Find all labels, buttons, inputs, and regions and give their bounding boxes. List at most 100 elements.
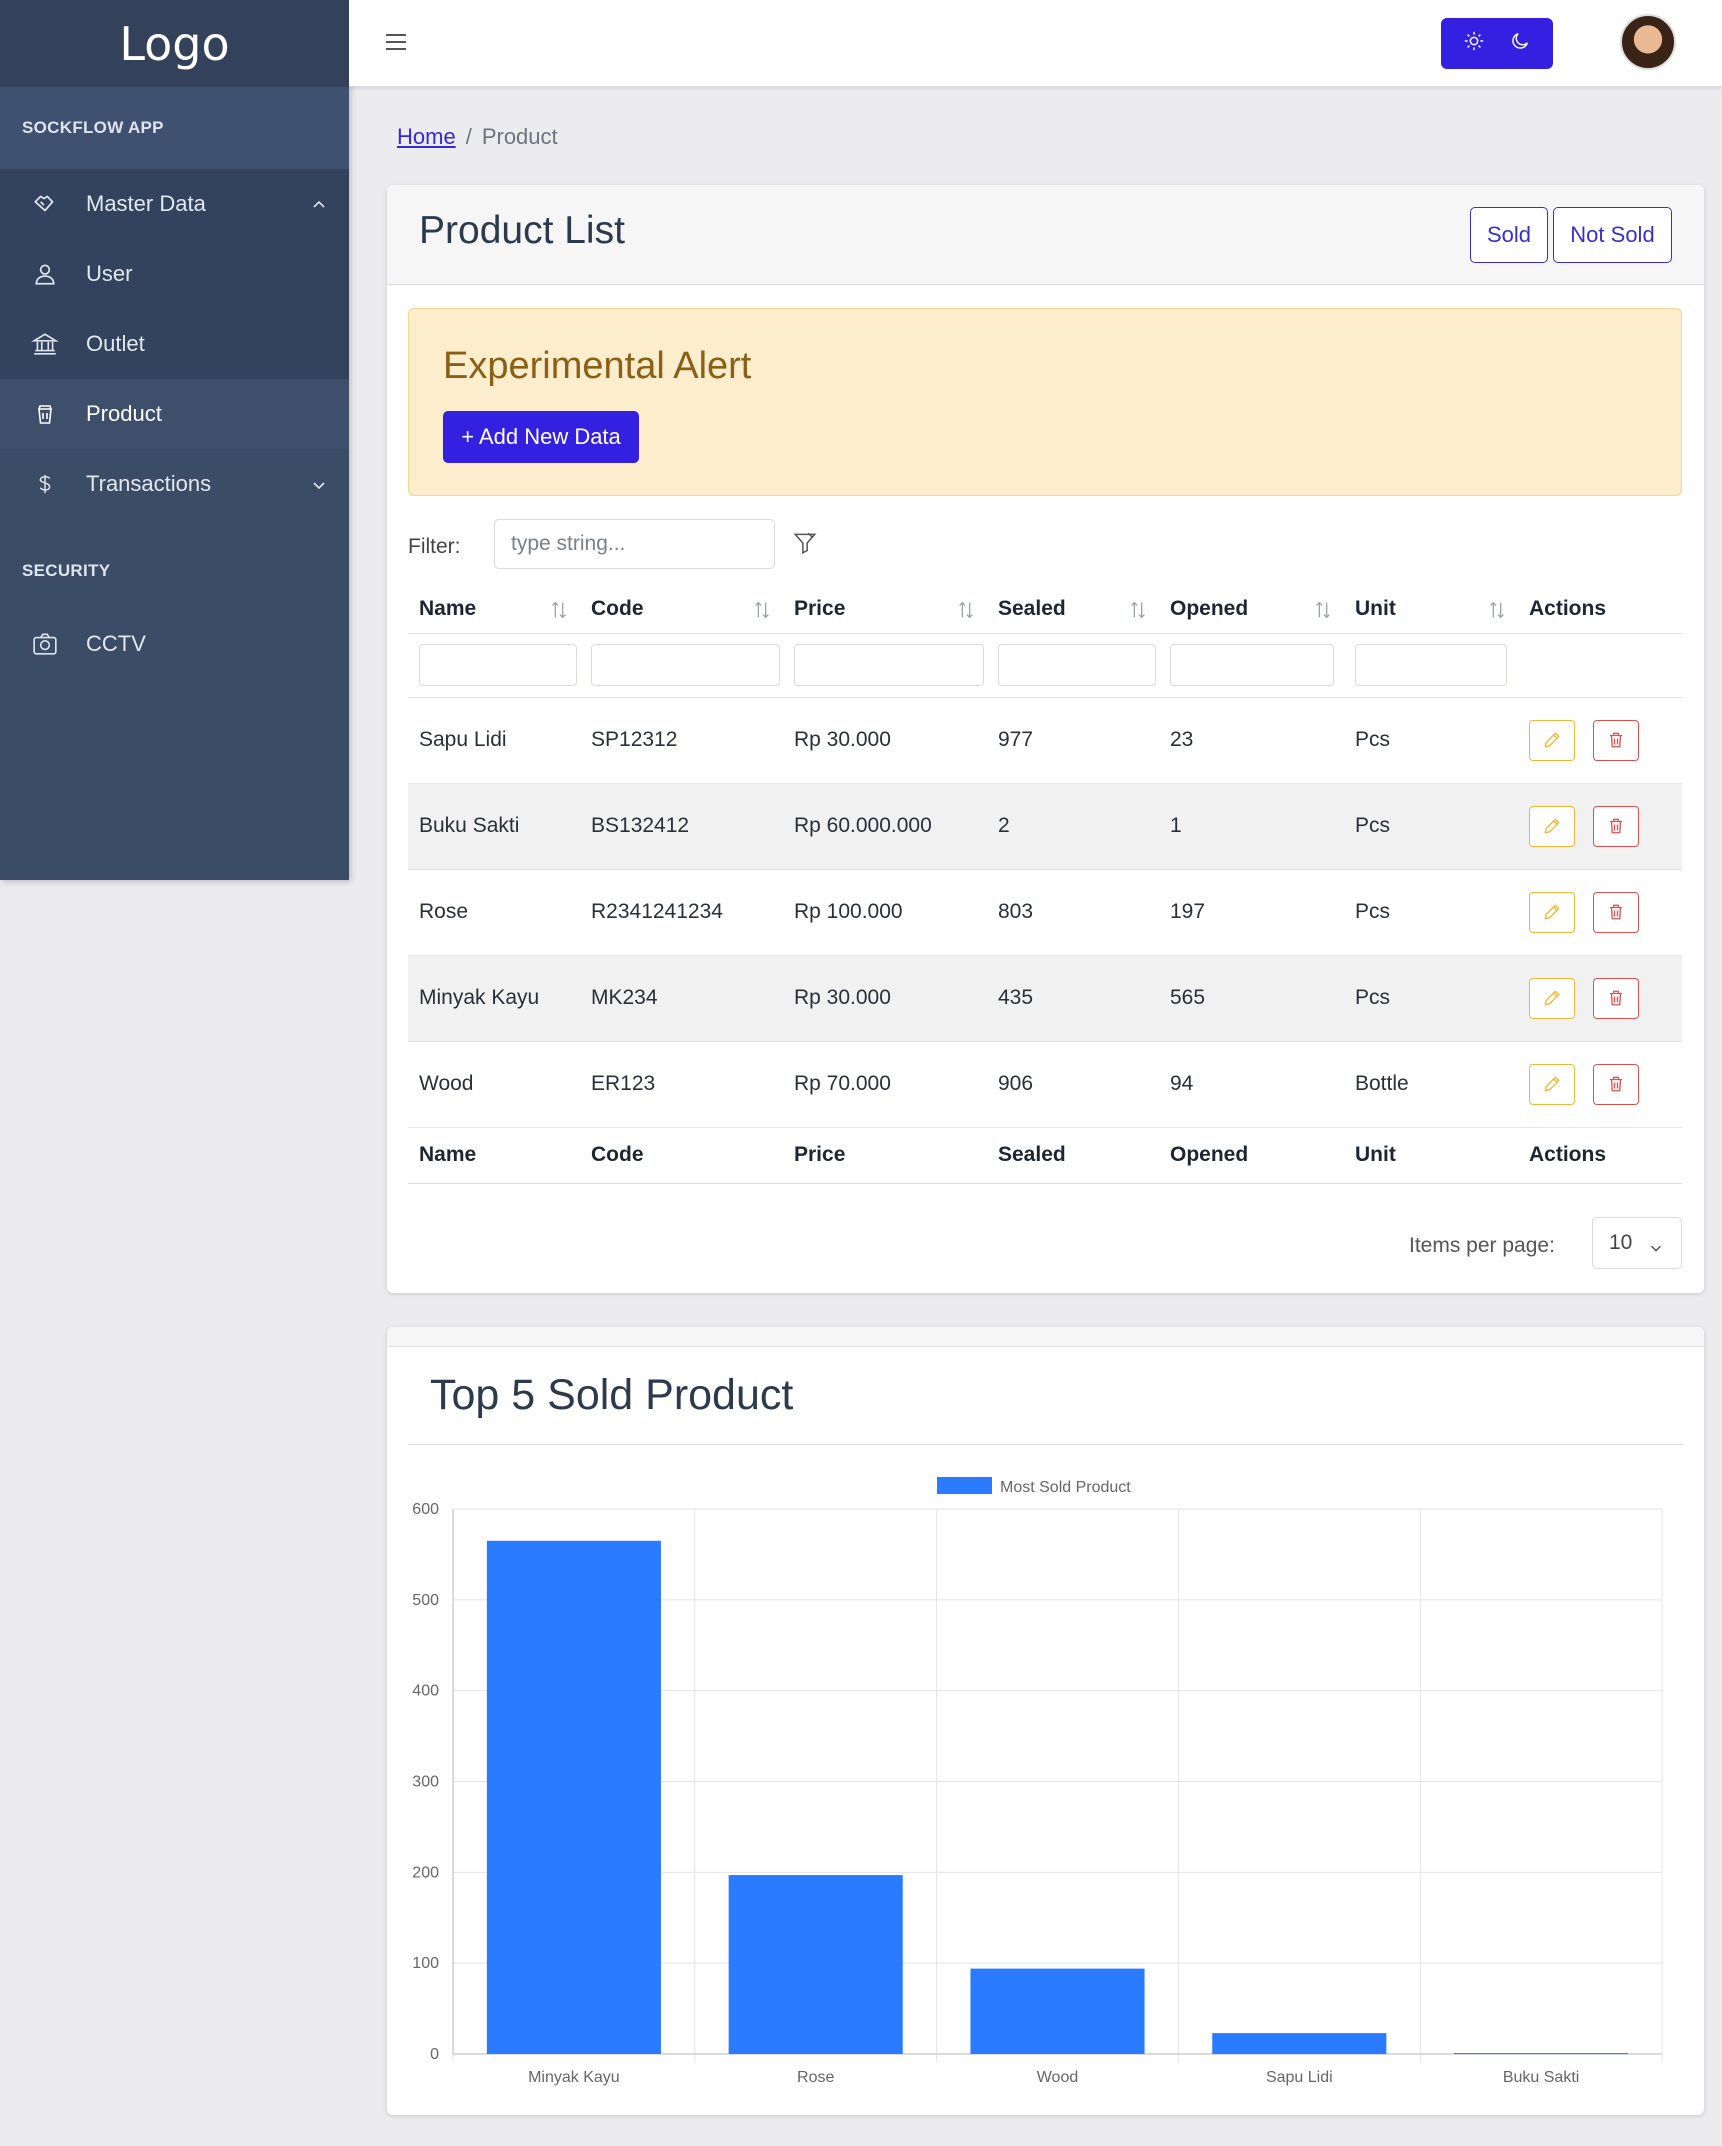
- column-footer: Price: [783, 1127, 987, 1184]
- column-header[interactable]: Opened: [1159, 585, 1344, 633]
- filter-icon[interactable]: [792, 530, 818, 561]
- bar: [486, 1540, 661, 2054]
- edit-button[interactable]: [1529, 719, 1575, 761]
- table-row: Wood ER123 Rp 70.000 906 94 Bottle: [408, 1041, 1682, 1128]
- column-header-label: Name: [419, 596, 477, 620]
- x-tick-label: Buku Sakti: [1503, 2069, 1579, 2086]
- column-filter-input[interactable]: [591, 644, 780, 686]
- breadcrumb-separator: /: [465, 124, 472, 149]
- cell-actions: [1518, 1041, 1682, 1128]
- column-filter-input[interactable]: [998, 644, 1156, 686]
- table-footer-row: Name Code Price Sealed Opened Unit Actio…: [408, 1127, 1682, 1184]
- delete-button[interactable]: [1593, 805, 1639, 847]
- sidebar: Logo SOCKFLOW APP Master Data User Outle…: [0, 0, 349, 880]
- pencil-icon: [1544, 904, 1560, 920]
- cell-price: Rp 30.000: [783, 955, 987, 1042]
- sidebar-item-label: Master Data: [86, 191, 206, 216]
- cell-sealed: 2: [987, 783, 1159, 870]
- column-header-label: Unit: [1355, 596, 1396, 620]
- top-bar: [349, 0, 1722, 87]
- column-footer: Opened: [1159, 1127, 1344, 1184]
- sort-icon[interactable]: [955, 599, 977, 627]
- sidebar-item-label: Transactions: [86, 471, 212, 496]
- edit-button[interactable]: [1529, 977, 1575, 1019]
- cell-code: SP12312: [580, 697, 783, 784]
- bar-chart: 0 100 200 300 400 500 600 Minyak Kayu Rose Wood Sa…: [412, 1477, 1663, 2086]
- edit-button[interactable]: [1529, 891, 1575, 933]
- divider: [408, 1444, 1683, 1445]
- cell-unit: Pcs: [1344, 783, 1518, 870]
- cell-name: Rose: [408, 869, 580, 956]
- cell-actions: [1518, 955, 1682, 1042]
- moon-icon[interactable]: [1509, 30, 1531, 57]
- column-filter-input[interactable]: [1170, 644, 1334, 686]
- not-sold-button[interactable]: Not Sold: [1553, 207, 1672, 263]
- breadcrumb-home-link[interactable]: Home: [397, 124, 456, 149]
- items-per-page-select[interactable]: 10: [1592, 1217, 1682, 1269]
- sort-icon[interactable]: [548, 599, 570, 627]
- experimental-alert: Experimental Alert + Add New Data: [408, 308, 1682, 496]
- sidebar-item-product[interactable]: Product: [0, 379, 349, 449]
- sidebar-item-master-data[interactable]: Master Data: [0, 169, 349, 239]
- sidebar-item-outlet[interactable]: Outlet: [0, 309, 349, 379]
- dollar-icon: [30, 469, 60, 499]
- pencil-icon: [1544, 990, 1560, 1006]
- edit-button[interactable]: [1529, 805, 1575, 847]
- card-header: Product List Sold Not Sold: [387, 185, 1704, 285]
- pencil-icon: [1544, 1076, 1560, 1092]
- theme-toggle[interactable]: [1441, 18, 1553, 69]
- delete-button[interactable]: [1593, 719, 1639, 761]
- sold-button[interactable]: Sold: [1470, 207, 1548, 263]
- cell-unit: Pcs: [1344, 955, 1518, 1042]
- column-header-label: Code: [591, 596, 644, 620]
- table-header-row: Name Code Price Sealed Opened Unit Actio…: [408, 585, 1682, 633]
- sort-icon[interactable]: [1312, 599, 1334, 627]
- filter-label: Filter:: [408, 535, 461, 558]
- table-row: Minyak Kayu MK234 Rp 30.000 435 565 Pcs: [408, 955, 1682, 1042]
- logo[interactable]: Logo: [0, 0, 349, 87]
- hamburger-icon[interactable]: [385, 30, 407, 59]
- delete-button[interactable]: [1593, 977, 1639, 1019]
- cell-opened: 565: [1159, 955, 1344, 1042]
- column-header[interactable]: Sealed: [987, 585, 1159, 633]
- sidebar-item-user[interactable]: User: [0, 239, 349, 309]
- sidebar-item-transactions[interactable]: Transactions: [0, 449, 349, 519]
- sort-icon[interactable]: [1486, 599, 1508, 627]
- cell-actions: [1518, 783, 1682, 870]
- sidebar-item-cctv[interactable]: CCTV: [0, 609, 349, 679]
- trash-icon: [1610, 1076, 1622, 1092]
- column-header[interactable]: Unit: [1344, 585, 1518, 633]
- product-list-card: Product List Sold Not Sold Experimental …: [387, 185, 1704, 1293]
- cell-name: Buku Sakti: [408, 783, 580, 870]
- column-filter-input[interactable]: [419, 644, 577, 686]
- column-filter-row: [408, 632, 1682, 698]
- add-new-data-button[interactable]: + Add New Data: [443, 411, 639, 463]
- column-footer: Unit: [1344, 1127, 1518, 1184]
- user-icon: [30, 259, 60, 289]
- trash-icon: [1610, 904, 1622, 920]
- avatar[interactable]: [1620, 14, 1676, 70]
- filter-input[interactable]: [494, 519, 775, 569]
- product-table: Name Code Price Sealed Opened Unit Actio…: [408, 585, 1682, 1184]
- sort-icon[interactable]: [751, 599, 773, 627]
- cell-actions: [1518, 869, 1682, 956]
- y-tick-label: 600: [412, 1501, 439, 1518]
- cell-price: Rp 70.000: [783, 1041, 987, 1128]
- delete-button[interactable]: [1593, 1063, 1639, 1105]
- edit-button[interactable]: [1529, 1063, 1575, 1105]
- column-filter-input[interactable]: [1355, 644, 1507, 686]
- column-header-label: Actions: [1529, 596, 1607, 620]
- column-header[interactable]: Price: [783, 585, 987, 633]
- column-header[interactable]: Name: [408, 585, 580, 633]
- sun-icon[interactable]: [1463, 30, 1485, 57]
- cell-code: R2341241234: [580, 869, 783, 956]
- column-header[interactable]: Code: [580, 585, 783, 633]
- delete-button[interactable]: [1593, 891, 1639, 933]
- column-footer: Code: [580, 1127, 783, 1184]
- bank-icon: [30, 329, 60, 359]
- column-filter-input[interactable]: [794, 644, 984, 686]
- y-tick-label: 0: [430, 2046, 439, 2063]
- x-tick-label: Sapu Lidi: [1266, 2069, 1333, 2086]
- page-title: Product List: [419, 209, 625, 252]
- sort-icon[interactable]: [1127, 599, 1149, 627]
